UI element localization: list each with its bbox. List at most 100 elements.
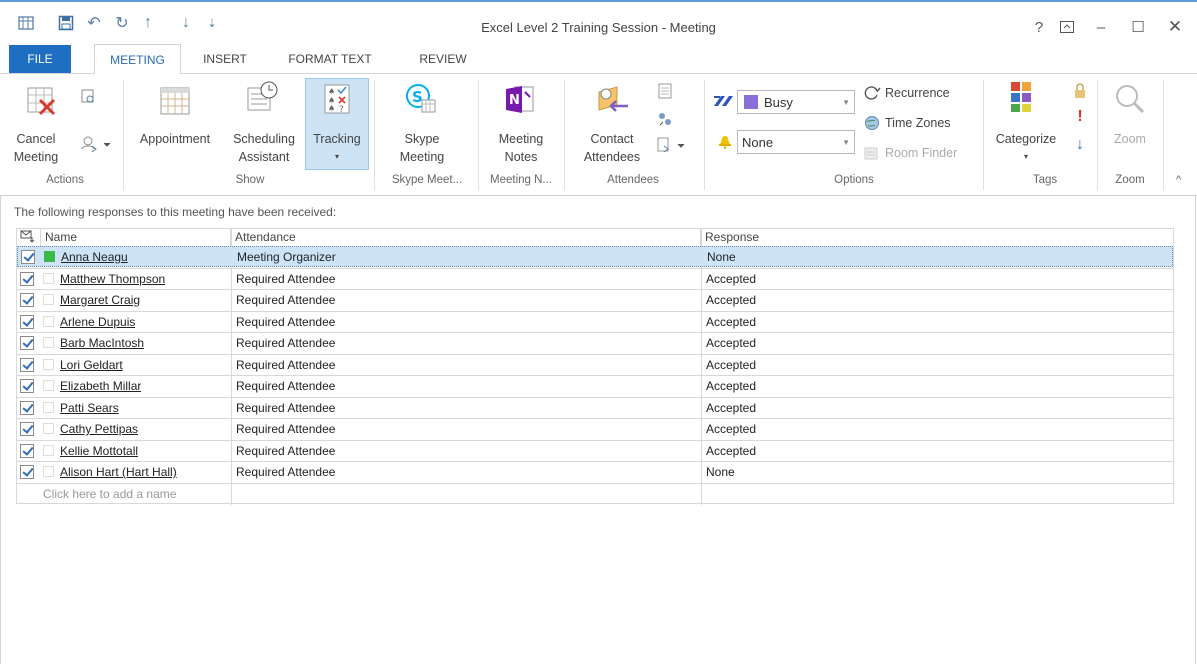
availability-status-icon [44,251,55,262]
attendee-checkbox[interactable] [20,336,34,350]
attendance-value[interactable]: Required Attendee [236,441,335,461]
table-row[interactable]: Matthew Thompson Required Attendee Accepte… [17,267,1173,289]
attendee-checkbox[interactable] [20,465,34,479]
meeting-notes-button[interactable]: Meeting Notes [484,130,558,166]
minimize-icon[interactable]: – [1089,16,1113,38]
response-header-icon[interactable] [17,229,41,246]
table-row[interactable]: Alison Hart (Hart Hall) Required Attendee… [17,461,1173,482]
attendee-name[interactable]: Kellie Mottotall [60,441,138,461]
tab-meeting[interactable]: MEETING [94,44,181,75]
attendee-checkbox[interactable] [20,271,34,286]
attendee-name[interactable]: Elizabeth Millar [60,376,141,396]
tracking-button[interactable]: Tracking ▾ [305,130,369,166]
attendee-checkbox[interactable] [20,443,34,458]
availability-status-icon [43,423,54,434]
attendee-name[interactable]: Matthew Thompson [60,269,165,289]
ribbon-display-options-icon[interactable] [1055,16,1079,38]
high-importance-icon[interactable]: ! [1071,108,1089,126]
maximize-icon[interactable]: ☐ [1126,16,1150,38]
response-options-icon[interactable] [656,136,690,154]
close-icon[interactable]: ✕ [1163,16,1187,38]
tab-format-text[interactable]: FORMAT TEXT [275,44,385,74]
table-row[interactable]: Barb MacIntosh Required Attendee Accepted [17,332,1173,353]
table-row[interactable]: Kellie Mottotall Required Attendee Accepte… [17,439,1173,461]
cancel-meeting-button[interactable]: Cancel Meeting [10,130,62,166]
group-label-options: Options [834,174,874,186]
response-value: Accepted [706,293,757,307]
attendee-checkbox[interactable] [20,314,34,329]
help-icon[interactable]: ? [1027,16,1051,38]
categorize-button[interactable]: Categorize ▾ [988,130,1064,166]
room-finder-label: Room Finder [885,146,958,160]
meeting-notes-label-2: Notes [504,150,538,164]
low-importance-icon[interactable]: ↓ [1071,136,1089,154]
table-row[interactable]: Anna Neagu Meeting Organizer None [17,246,1173,267]
add-name-placeholder[interactable]: Click here to add a name [43,484,176,504]
attendee-name[interactable]: Lori Geldart [60,355,123,375]
attendee-checkbox[interactable] [20,379,34,393]
table-row[interactable]: Arlene Dupuis Required Attendee Accepted [17,310,1173,332]
attendee-name[interactable]: Cathy Pettipas [60,419,138,439]
tab-file[interactable]: FILE [9,45,71,73]
attendee-name[interactable]: Margaret Craig [60,290,140,310]
column-header-name[interactable]: Name [41,229,231,246]
contact-label-1: Contact [590,132,634,146]
table-row[interactable]: Patti Sears Required Attendee Accepted [17,396,1173,418]
time-zones-button[interactable]: Time Zones [863,114,951,132]
private-lock-icon[interactable] [1071,82,1089,100]
appointment-label: Appointment [139,132,211,146]
svg-text:♠: ♠ [328,87,335,96]
attendee-name[interactable]: Arlene Dupuis [60,312,135,332]
attendee-checkbox[interactable] [20,400,34,415]
response-value: Accepted [706,314,757,329]
cancel-meeting-icon [26,84,60,118]
collapse-ribbon-icon[interactable]: ^ [1176,174,1181,186]
attendance-value[interactable]: Required Attendee [236,355,335,375]
table-row[interactable]: Elizabeth Millar Required Attendee Accepte… [17,375,1173,396]
group-label-meeting-notes: Meeting N... [490,174,552,186]
attendance-value[interactable]: Meeting Organizer [237,247,336,267]
contact-attendees-button[interactable]: Contact Attendees [572,130,652,166]
attendee-name[interactable]: Alison Hart (Hart Hall) [60,462,177,482]
ribbon-tabs: FILE MEETING INSERT FORMAT TEXT REVIEW [0,44,1197,75]
address-book-icon[interactable] [656,82,674,100]
attendee-checkbox[interactable] [20,422,34,436]
table-row[interactable]: Lori Geldart Required Attendee Accepted [17,353,1173,375]
skype-meeting-button[interactable]: Skype Meeting [384,130,460,166]
check-names-icon[interactable] [656,110,674,128]
attendee-checkbox[interactable] [21,250,35,264]
tracking-icon: ♠ ♠ ♠? [320,82,354,116]
attendee-checkbox[interactable] [20,293,34,307]
scheduling-assistant-button[interactable]: Scheduling Assistant [226,130,302,166]
attendee-name[interactable]: Anna Neagu [61,247,128,267]
attendance-value[interactable]: Required Attendee [236,333,335,353]
zoom-button[interactable]: Zoom [1104,130,1156,148]
column-header-attendance[interactable]: Attendance [231,229,701,246]
attendance-value[interactable]: Required Attendee [236,419,335,439]
attendee-checkbox[interactable] [20,357,34,372]
attendance-value[interactable]: Required Attendee [236,269,335,289]
room-finder-button[interactable]: Room Finder [863,144,957,162]
attendance-value[interactable]: Required Attendee [236,398,335,418]
table-row[interactable]: Cathy Pettipas Required Attendee Accepted [17,418,1173,439]
attendance-value[interactable]: Required Attendee [236,312,335,332]
forward-meeting-icon[interactable] [80,88,98,106]
attendance-value[interactable]: Required Attendee [236,462,335,482]
attendance-value[interactable]: Required Attendee [236,290,335,310]
add-name-row[interactable]: Click here to add a name [17,483,1173,504]
attendee-name[interactable]: Barb MacIntosh [60,333,144,353]
availability-status-icon [43,466,54,477]
availability-status-icon [43,401,54,413]
attendee-name[interactable]: Patti Sears [60,398,119,418]
recurrence-button[interactable]: Recurrence [863,84,950,102]
reminder-select[interactable]: None ▼ [737,130,855,154]
table-row[interactable]: Margaret Craig Required Attendee Accepted [17,289,1173,310]
show-as-select[interactable]: Busy ▼ [737,90,855,114]
appointment-button[interactable]: Appointment [130,130,220,148]
respond-dropdown-icon[interactable] [80,134,114,153]
tab-review[interactable]: REVIEW [403,44,483,74]
tab-insert[interactable]: INSERT [190,44,260,74]
attendance-value[interactable]: Required Attendee [236,376,335,396]
tracking-dropdown-arrow-icon: ▾ [334,152,339,161]
column-header-response[interactable]: Response [701,229,1173,246]
